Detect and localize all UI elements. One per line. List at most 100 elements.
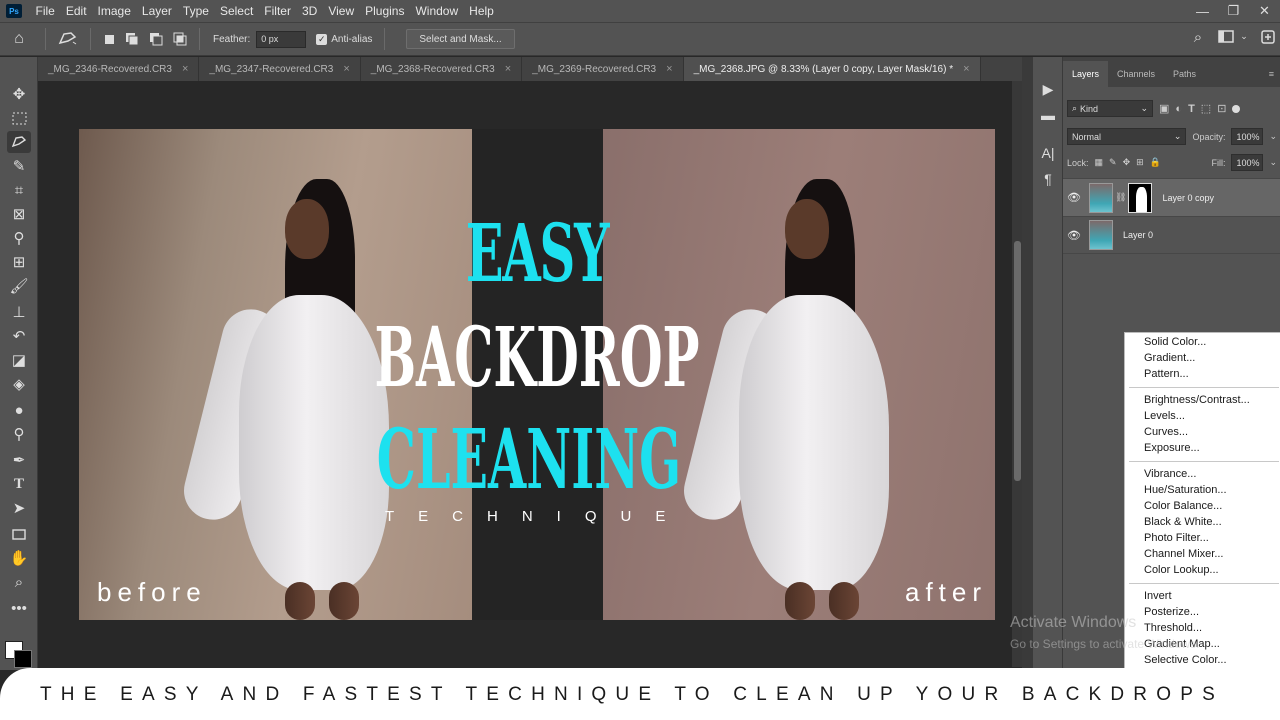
- tab-mg-2368-jpg[interactable]: _MG_2368.JPG @ 8.33% (Layer 0 copy, Laye…: [683, 57, 981, 81]
- subtract-selection-icon[interactable]: [144, 32, 168, 46]
- menu-item-curves[interactable]: Curves...: [1144, 426, 1188, 438]
- fill-input[interactable]: 100%: [1231, 154, 1264, 171]
- close-icon[interactable]: ×: [505, 63, 511, 75]
- menu-item-channel-mixer[interactable]: Channel Mixer...: [1144, 548, 1223, 560]
- home-icon[interactable]: ⌂: [0, 30, 38, 48]
- pen-icon[interactable]: ✒: [7, 449, 31, 471]
- menu-item-levels[interactable]: Levels...: [1144, 410, 1185, 422]
- history-brush-icon[interactable]: ↶: [7, 325, 31, 347]
- menu-3d[interactable]: 3D: [296, 0, 322, 22]
- layer-mask-thumbnail[interactable]: [1128, 182, 1153, 213]
- marquee-icon[interactable]: [7, 107, 31, 129]
- lock-transparent-icon[interactable]: ▦: [1095, 157, 1104, 168]
- bucket-icon[interactable]: ◈: [7, 373, 31, 395]
- lock-position-icon[interactable]: ✥: [1123, 157, 1131, 168]
- healing-icon[interactable]: ⊞: [7, 251, 31, 273]
- menu-item-photo-filter[interactable]: Photo Filter...: [1144, 532, 1209, 544]
- share-icon[interactable]: [1258, 30, 1278, 44]
- chevron-down-icon[interactable]: ⌄: [1269, 157, 1277, 168]
- filter-toggle-icon[interactable]: [1232, 104, 1241, 113]
- filter-adjustment-icon[interactable]: ◐: [1175, 103, 1182, 115]
- menu-item-hue-saturation[interactable]: Hue/Saturation...: [1144, 484, 1227, 496]
- lock-paint-icon[interactable]: ✎: [1109, 157, 1117, 168]
- antialias-checkbox[interactable]: ✓: [316, 33, 328, 45]
- menu-item-brightness-contrast[interactable]: Brightness/Contrast...: [1144, 394, 1250, 406]
- tab-mg-2347[interactable]: _MG_2347-Recovered.CR3 ×: [199, 57, 361, 81]
- menu-item-color-lookup[interactable]: Color Lookup...: [1144, 564, 1219, 576]
- intersect-selection-icon[interactable]: [168, 32, 192, 46]
- workspace-icon[interactable]: [1216, 30, 1236, 43]
- add-selection-icon[interactable]: [120, 32, 144, 46]
- menu-item-solid-color[interactable]: Solid Color...: [1144, 336, 1206, 348]
- filter-shape-icon[interactable]: ⬚: [1201, 102, 1211, 115]
- link-icon[interactable]: ⛓: [1115, 192, 1126, 203]
- crop-icon[interactable]: ⌗: [7, 179, 31, 201]
- opacity-input[interactable]: 100%: [1231, 128, 1264, 145]
- menu-item-exposure[interactable]: Exposure...: [1144, 442, 1200, 454]
- close-icon[interactable]: ×: [182, 63, 188, 75]
- minimize-button[interactable]: —: [1187, 0, 1218, 22]
- lock-all-icon[interactable]: 🔒: [1150, 157, 1161, 168]
- new-selection-icon[interactable]: [98, 34, 120, 44]
- rectangle-icon[interactable]: [7, 523, 31, 545]
- comment-icon[interactable]: ▬: [1038, 105, 1058, 125]
- menu-window[interactable]: Window: [410, 0, 464, 22]
- path-select-icon[interactable]: ➤: [7, 497, 31, 519]
- type-icon[interactable]: T: [7, 473, 31, 495]
- feather-input[interactable]: 0 px: [256, 30, 307, 48]
- menu-filter[interactable]: Filter: [259, 0, 297, 22]
- blend-mode-dropdown[interactable]: Normal ⌄: [1067, 128, 1187, 145]
- restore-button[interactable]: ❐: [1218, 0, 1249, 22]
- quick-select-icon[interactable]: ✎: [7, 155, 31, 177]
- menu-item-pattern[interactable]: Pattern...: [1144, 368, 1189, 380]
- lasso-icon[interactable]: [7, 131, 31, 153]
- character-icon[interactable]: A|: [1038, 143, 1058, 163]
- blur-icon[interactable]: ●: [7, 399, 31, 421]
- scrollbar-thumb[interactable]: [1014, 241, 1021, 481]
- menu-edit[interactable]: Edit: [60, 0, 92, 22]
- visibility-eye-icon[interactable]: 👁: [1063, 229, 1085, 242]
- tab-layers[interactable]: Layers: [1063, 61, 1109, 87]
- tab-paths[interactable]: Paths: [1164, 61, 1205, 87]
- tab-mg-2368-cr3[interactable]: _MG_2368-Recovered.CR3 ×: [361, 57, 523, 81]
- brush-icon[interactable]: 🖌: [7, 275, 31, 297]
- menu-view[interactable]: View: [323, 0, 360, 22]
- move-icon[interactable]: ✥: [7, 83, 31, 105]
- lock-artboard-icon[interactable]: ⊞: [1136, 157, 1144, 168]
- visibility-eye-icon[interactable]: 👁: [1063, 191, 1085, 204]
- tab-mg-2369[interactable]: _MG_2369-Recovered.CR3 ×: [522, 57, 684, 81]
- close-icon[interactable]: ×: [963, 63, 969, 75]
- layer-row-layer-0-copy[interactable]: 👁 ⛓ Layer 0 copy: [1063, 178, 1280, 216]
- dodge-icon[interactable]: ⚲: [7, 423, 31, 445]
- menu-item-invert[interactable]: Invert: [1144, 590, 1172, 602]
- close-icon[interactable]: ×: [666, 63, 672, 75]
- chevron-down-icon[interactable]: ⌄: [1269, 131, 1277, 142]
- play-icon[interactable]: ▶: [1038, 79, 1058, 99]
- stamp-icon[interactable]: ⊥: [7, 301, 31, 323]
- lasso-preset-icon[interactable]: [53, 31, 83, 47]
- menu-item-vibrance[interactable]: Vibrance...: [1144, 468, 1196, 480]
- close-button[interactable]: ✕: [1249, 0, 1280, 22]
- eraser-icon[interactable]: ◪: [7, 349, 31, 371]
- zoom-icon[interactable]: ⌕: [7, 571, 31, 593]
- background-color[interactable]: [14, 650, 32, 668]
- menu-item-gradient[interactable]: Gradient...: [1144, 352, 1195, 364]
- search-icon[interactable]: ⌕: [1188, 29, 1208, 46]
- kind-filter-dropdown[interactable]: ⌕ Kind ⌄: [1067, 100, 1153, 117]
- menu-item-threshold[interactable]: Threshold...: [1144, 622, 1202, 634]
- menu-help[interactable]: Help: [464, 0, 500, 22]
- frame-icon[interactable]: ⊠: [7, 203, 31, 225]
- filter-pixel-icon[interactable]: ▣: [1159, 102, 1169, 115]
- close-icon[interactable]: ×: [343, 63, 349, 75]
- menu-item-selective-color[interactable]: Selective Color...: [1144, 654, 1227, 666]
- paragraph-icon[interactable]: ¶: [1038, 169, 1058, 189]
- menu-layer[interactable]: Layer: [136, 0, 177, 22]
- filter-smart-icon[interactable]: ⊡: [1217, 102, 1226, 115]
- menu-image[interactable]: Image: [92, 0, 136, 22]
- layer-row-layer-0[interactable]: 👁 Layer 0: [1063, 216, 1280, 254]
- panel-menu-icon[interactable]: ≡: [1263, 69, 1280, 87]
- filter-type-icon[interactable]: T: [1188, 103, 1195, 115]
- menu-plugins[interactable]: Plugins: [360, 0, 410, 22]
- select-and-mask-button[interactable]: Select and Mask...: [406, 29, 515, 49]
- document-canvas[interactable]: EASY BACKDROP CLEANING TECHNIQUE before …: [79, 129, 995, 620]
